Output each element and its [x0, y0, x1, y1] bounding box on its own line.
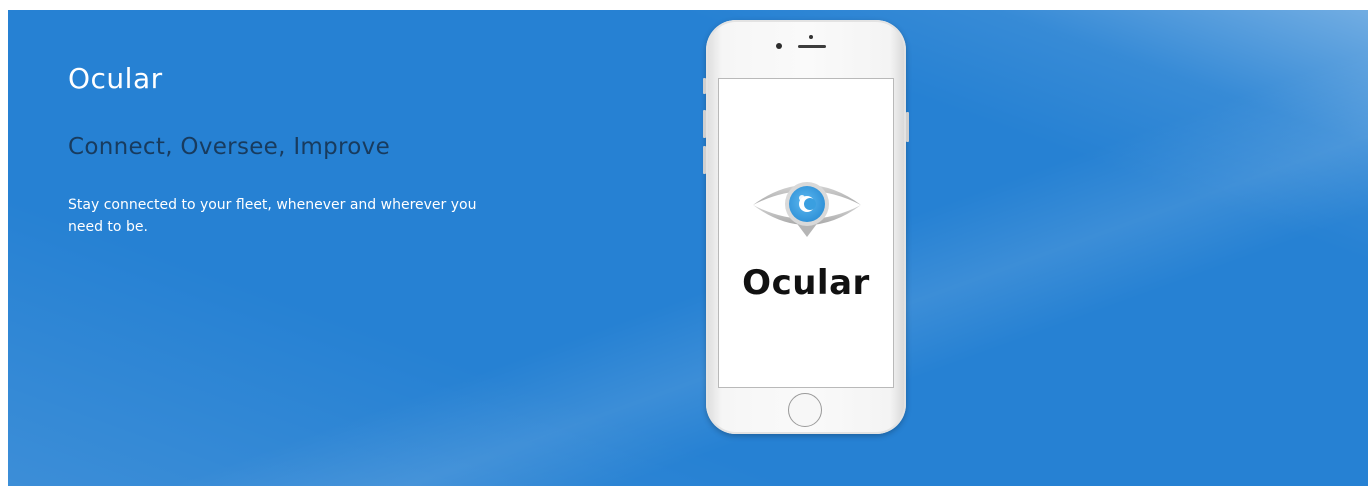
phone-screen: Ocular	[718, 78, 894, 388]
phone-volume-down	[703, 146, 706, 174]
phone-mute-switch	[703, 78, 706, 94]
phone-speaker	[798, 45, 826, 48]
phone-mockup: Ocular	[703, 20, 909, 434]
page-title: Ocular	[68, 62, 163, 95]
hero-description: Stay connected to your fleet, whenever a…	[68, 197, 477, 235]
eye-icon	[753, 182, 861, 237]
phone-power-button	[906, 112, 909, 142]
phone-home-button	[788, 393, 822, 427]
tagline: Connect, Oversee, Improve	[68, 134, 391, 160]
camera-icon	[776, 43, 782, 49]
app-logo-text: Ocular	[742, 263, 870, 303]
phone-sensor	[809, 35, 813, 39]
phone-volume-up	[703, 110, 706, 138]
hero-banner: Ocular Connect, Oversee, Improve Stay co…	[8, 10, 1368, 486]
